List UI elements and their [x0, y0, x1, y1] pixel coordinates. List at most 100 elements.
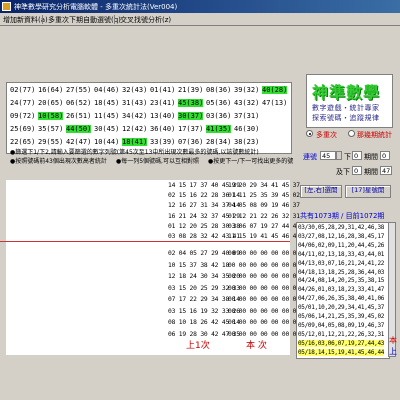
number-row: 11 15 19 41 45 46 44 — [228, 233, 300, 240]
frequency-cell: 18(45) — [94, 99, 120, 107]
period-label-2: 期間 — [364, 168, 378, 176]
next-period-input[interactable]: 0 — [352, 151, 362, 160]
list-header: 共有1073期 / 目前1072期 — [300, 212, 385, 220]
frequency-cell: 37(31) — [234, 112, 260, 120]
notes-panel: ●篩選下1/下2,請輸入要篩選的數字列號(第45次至13中所出現次數最多的號碼,… — [6, 147, 294, 173]
radio-period-stats[interactable] — [348, 130, 355, 137]
frequency-cell: 10(44) — [94, 138, 120, 146]
menu-bar: 增加新資料(a) 多重次下期自動選號(q) 交叉找號分析(z) — [0, 13, 400, 26]
draw-history-list[interactable]: 03/30,05,28,29,31,42,46,38 03/27,08,12,16… — [296, 222, 390, 359]
logo-subtitle: 數字遊戲・統計專家 — [312, 104, 380, 112]
frequency-cell: 46(30) — [234, 125, 260, 133]
frequency-cell: 47(13) — [262, 99, 288, 107]
number-row: 00 00 00 00 00 00 00 — [228, 296, 300, 303]
star-open-button[interactable]: [17]星號開 — [345, 185, 391, 198]
frequency-cell: 29(55) — [38, 138, 64, 146]
frequency-cell: 05(36) — [206, 99, 232, 107]
history-frequency-panel: 02(77) 16(64) 27(55) 04(46) 32(43) 01(41) 21(3… — [6, 82, 292, 154]
spin-button[interactable] — [336, 151, 342, 160]
note-line: ●按更下一/下一可找出更多的號 — [208, 158, 294, 165]
number-row: 04 05 08 09 19 46 37 — [228, 202, 300, 210]
frequency-cell: 28(34) — [206, 138, 232, 146]
frequency-cell: 43(32) — [234, 99, 260, 107]
and-next-label: 及下 — [336, 168, 350, 176]
frequency-cell: 17(37) — [178, 125, 204, 133]
list-item[interactable]: 04/13,03,07,16,21,24,41,22 — [298, 260, 384, 267]
frequency-cell: 33(39) — [150, 138, 176, 146]
frequency-cell: 08(36) — [206, 86, 232, 94]
title-bar: 神準數學研究分析電腦軟體 - 多重次統計法(Ver004) — [0, 0, 400, 13]
consecutive-input[interactable]: 45 — [320, 151, 336, 160]
frequency-cell: 24(77) — [10, 99, 36, 107]
frequency-cell: 30(37) — [178, 112, 204, 120]
list-item[interactable]: 04/18,13,18,25,28,36,44,03 — [298, 269, 384, 276]
list-item[interactable]: 05/16,03,06,07,19,27,44,43 — [298, 339, 384, 347]
side-current-label: 本 — [389, 336, 397, 345]
menu-cross-analysis[interactable]: 交叉找號分析(z) — [120, 15, 171, 25]
logo-title: 神準數學 — [312, 83, 381, 102]
frequency-cell: 21(39) — [178, 86, 204, 94]
frequency-cell: 06(52) — [66, 99, 92, 107]
note-line: ●每一列5個號碼,可以互相對照 — [116, 158, 199, 165]
frequency-cell: 22(65) — [10, 138, 36, 146]
frequency-cell: 11(45) — [94, 112, 120, 120]
radio-multi[interactable] — [306, 130, 313, 137]
period-input[interactable]: 0 — [380, 151, 390, 160]
frequency-cell: 36(40) — [150, 125, 176, 133]
number-row: 00 00 00 00 00 00 00 — [228, 284, 300, 292]
frequency-cell: 07(36) — [178, 138, 204, 146]
logo-subtitle-2: 探索號碼・追蹤規律 — [312, 114, 380, 122]
frequency-cell: 41(35) — [206, 125, 232, 133]
side-prev-label: 上 — [389, 347, 397, 356]
frequency-cell: 18(41) — [122, 138, 148, 146]
select-left-right-button[interactable]: [左,右]選開 — [300, 185, 342, 198]
frequency-cell: 26(51) — [66, 112, 92, 120]
list-item[interactable]: 03/30,05,28,29,31,42,46,38 — [298, 224, 384, 231]
period-label: 期間 — [364, 153, 378, 161]
list-item[interactable]: 04/26,01,03,18,23,33,41,47 — [298, 286, 384, 293]
frequency-cell: 25(69) — [10, 125, 36, 133]
number-row: 00 00 00 00 00 00 00 — [228, 307, 300, 315]
list-item[interactable]: 04/06,02,09,11,20,44,45,26 — [298, 242, 384, 249]
number-row: 19 20 29 34 41 45 37 — [228, 182, 300, 189]
list-item[interactable]: 05/06,14,21,25,35,39,45,02 — [298, 313, 384, 320]
frequency-cell: 02(77) — [10, 86, 36, 94]
frequency-cell: 44(50) — [66, 125, 92, 133]
current-period-button[interactable]: 本 次 — [246, 338, 267, 351]
list-item[interactable]: 04/11,02,13,18,33,43,44,01 — [298, 251, 384, 258]
list-item[interactable]: 04/27,06,26,35,38,40,41,06 — [298, 295, 384, 302]
frequency-cell: 45(38) — [178, 99, 204, 107]
frequency-cell: 35(57) — [38, 125, 64, 133]
list-item[interactable]: 05/18,14,15,19,41,45,46,44 — [298, 348, 384, 356]
prev-period-button[interactable]: 上1次 — [186, 338, 210, 351]
number-combination-panel: 14 15 17 37 40 45 39 02 15 16 22 28 36 14… — [6, 180, 300, 355]
frequency-cell: 23(41) — [150, 99, 176, 107]
list-item[interactable]: 03/27,08,12,16,28,38,45,17 — [298, 233, 384, 240]
menu-auto-pick[interactable]: 多重次下期自動選號(q) — [48, 15, 121, 25]
list-item[interactable]: 05/09,04,05,08,09,19,46,37 — [298, 322, 384, 329]
window-title: 神準數學研究分析電腦軟體 - 多重次統計法(Ver004) — [14, 3, 178, 11]
frequency-cell: 42(47) — [66, 138, 92, 146]
number-row: 00 00 00 00 00 00 00 — [228, 261, 300, 269]
frequency-cell: 10(58) — [38, 112, 64, 120]
note-line: ●篩選下1/下2,請輸入要篩選的數字列號(第45次至13中所出現次數最多的號碼,… — [10, 149, 259, 156]
and-next-input[interactable]: 0 — [352, 166, 362, 175]
number-row: 00 00 00 00 00 00 00 — [228, 330, 300, 338]
menu-separator — [114, 15, 115, 24]
frequency-cell: 16(64) — [38, 86, 64, 94]
period-input-2[interactable]: 47 — [380, 166, 392, 175]
frequency-cell: 34(42) — [122, 112, 148, 120]
list-item[interactable]: 05/01,10,20,29,34,41,45,37 — [298, 304, 384, 311]
next-label: 下 — [344, 153, 351, 161]
frequency-cell: 30(45) — [94, 125, 120, 133]
number-row: 01 11 25 35 39 45 02 — [228, 192, 300, 200]
list-item[interactable]: 05/12,01,12,21,22,26,32,31 — [298, 331, 384, 338]
list-item[interactable]: 04/24,08,14,20,25,35,38,15 — [298, 277, 384, 284]
frequency-cell: 31(43) — [122, 99, 148, 107]
frequency-cell: 39(32) — [234, 86, 260, 94]
number-row: 00 00 00 00 00 00 00 — [228, 273, 300, 280]
frequency-cell: 40(28) — [262, 86, 288, 94]
frequency-cell: 27(55) — [66, 86, 92, 94]
frequency-cell: 20(65) — [38, 99, 64, 107]
number-row: 10 15 37 38 42 18 — [168, 261, 230, 269]
